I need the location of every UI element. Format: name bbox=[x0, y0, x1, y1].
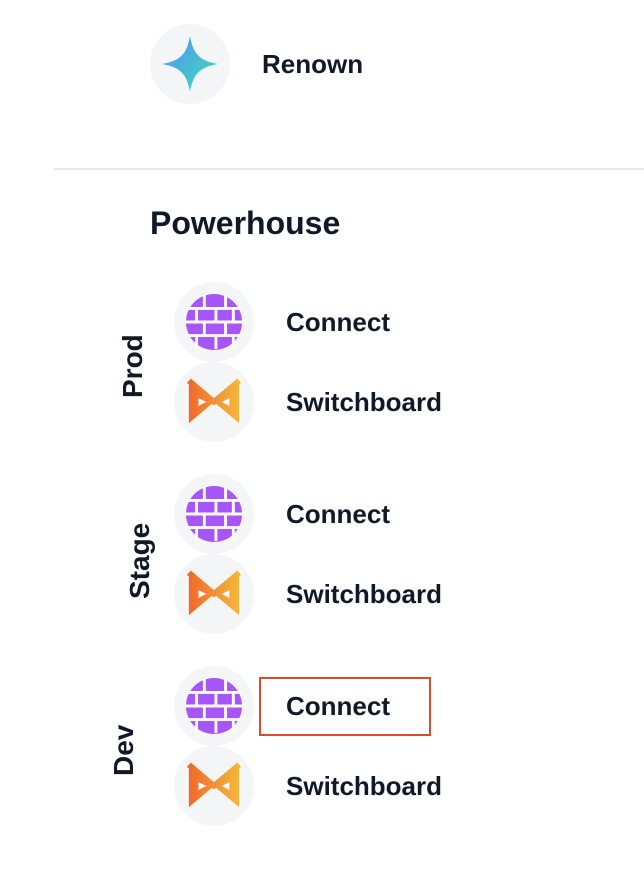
renown-logo-avatar bbox=[150, 24, 230, 104]
env-label-stage: Stage bbox=[124, 522, 155, 599]
switchboard-bowtie-icon bbox=[185, 373, 243, 431]
prod-switchboard-avatar[interactable] bbox=[174, 362, 254, 442]
dev-connect-avatar[interactable] bbox=[174, 666, 254, 746]
dev-switchboard-link[interactable]: Switchboard bbox=[286, 770, 442, 802]
prod-connect-link[interactable]: Connect bbox=[286, 306, 390, 338]
connect-brick-icon bbox=[185, 485, 243, 543]
prod-switchboard-link[interactable]: Switchboard bbox=[286, 386, 442, 418]
stage-connect-avatar[interactable] bbox=[174, 474, 254, 554]
renown-app-name: Renown bbox=[262, 49, 364, 79]
renown-sparkle-icon bbox=[162, 36, 218, 92]
prod-connect-avatar[interactable] bbox=[174, 282, 254, 362]
dev-switchboard-avatar[interactable] bbox=[174, 746, 254, 826]
env-label-dev: Dev bbox=[108, 724, 139, 776]
connect-brick-icon bbox=[185, 677, 243, 735]
stage-switchboard-link[interactable]: Switchboard bbox=[286, 578, 442, 610]
dev-connect-highlight-box bbox=[259, 677, 431, 736]
section-divider bbox=[54, 168, 644, 170]
stage-switchboard-avatar[interactable] bbox=[174, 554, 254, 634]
env-label-prod: Prod bbox=[117, 334, 148, 398]
connect-brick-icon bbox=[185, 293, 243, 351]
switchboard-bowtie-icon bbox=[185, 565, 243, 623]
section-title: Powerhouse bbox=[150, 205, 341, 241]
switchboard-bowtie-icon bbox=[185, 757, 243, 815]
stage-connect-link[interactable]: Connect bbox=[286, 498, 390, 530]
